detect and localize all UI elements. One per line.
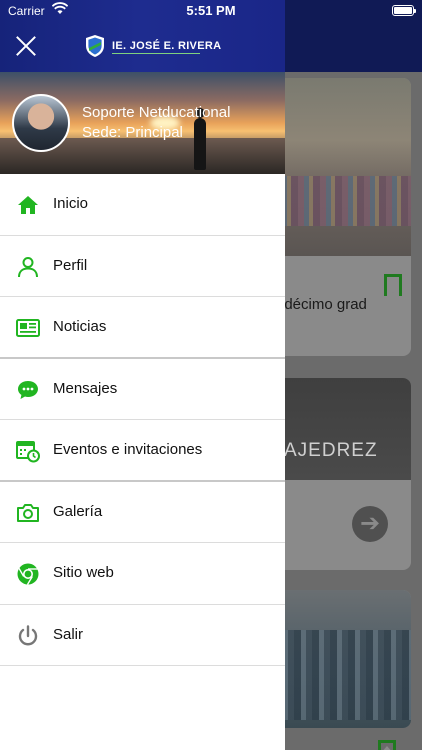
news-card[interactable]: ndécimo grad bbox=[276, 78, 411, 356]
school-name: IE. JOSÉ E. RIVERA bbox=[112, 40, 222, 52]
menu-item-label: Mensajes bbox=[53, 379, 118, 397]
profile-name: Soporte Netducational bbox=[82, 104, 231, 121]
menu-item-noticias[interactable]: Noticias bbox=[0, 297, 285, 359]
news-card-photo: AJEDREZ bbox=[276, 378, 411, 480]
menu-item-sitio-web[interactable]: Sitio web bbox=[0, 543, 285, 605]
battery-icon bbox=[392, 5, 416, 16]
drawer-menu: Inicio Perfil Noticias Mensajes Eventos … bbox=[0, 174, 285, 666]
menu-item-label: Noticias bbox=[53, 318, 107, 335]
close-icon[interactable] bbox=[14, 34, 38, 58]
menu-item-label: Perfil bbox=[53, 256, 88, 274]
home-icon bbox=[18, 196, 38, 214]
clock: 5:51 PM bbox=[186, 3, 236, 18]
newspaper-icon bbox=[16, 319, 40, 337]
menu-item-salir[interactable]: Salir bbox=[0, 605, 285, 666]
news-card[interactable] bbox=[276, 590, 411, 728]
arrow-right-icon[interactable]: ➔ bbox=[352, 506, 388, 542]
chat-bubble-icon bbox=[18, 380, 38, 399]
calendar-clock-icon bbox=[16, 441, 40, 463]
news-card-image-text: AJEDREZ bbox=[284, 440, 378, 461]
news-card[interactable]: AJEDREZ bbox=[276, 378, 411, 570]
menu-item-label: Salir bbox=[53, 625, 84, 643]
bookmark-icon[interactable] bbox=[384, 274, 402, 299]
navigation-drawer: IE. JOSÉ E. RIVERA Soporte Netducational… bbox=[0, 0, 285, 750]
school-shield-icon bbox=[86, 35, 104, 57]
news-card-photo bbox=[276, 590, 411, 728]
menu-item-galeria[interactable]: Galería bbox=[0, 482, 285, 543]
menu-item-inicio[interactable]: Inicio bbox=[0, 174, 285, 236]
power-icon bbox=[18, 624, 38, 645]
news-card-photo bbox=[276, 78, 411, 256]
bookmark-icon[interactable] bbox=[378, 740, 396, 750]
menu-item-mensajes[interactable]: Mensajes bbox=[0, 359, 285, 420]
avatar[interactable] bbox=[12, 94, 70, 152]
camera-icon bbox=[17, 503, 39, 522]
menu-item-label: Galería bbox=[53, 502, 103, 520]
person-icon bbox=[18, 256, 38, 277]
menu-item-perfil[interactable]: Perfil bbox=[0, 236, 285, 297]
menu-item-label: Eventos e invitaciones bbox=[53, 441, 203, 458]
profile-sede: Sede: Principal bbox=[82, 124, 183, 141]
menu-item-label: Inicio bbox=[53, 195, 89, 212]
menu-item-eventos[interactable]: Eventos e invitaciones bbox=[0, 420, 285, 482]
chrome-icon bbox=[17, 563, 39, 585]
school-name-underline bbox=[112, 53, 200, 54]
menu-item-label: Sitio web bbox=[53, 564, 114, 581]
status-bar: Carrier 5:51 PM bbox=[0, 0, 422, 22]
